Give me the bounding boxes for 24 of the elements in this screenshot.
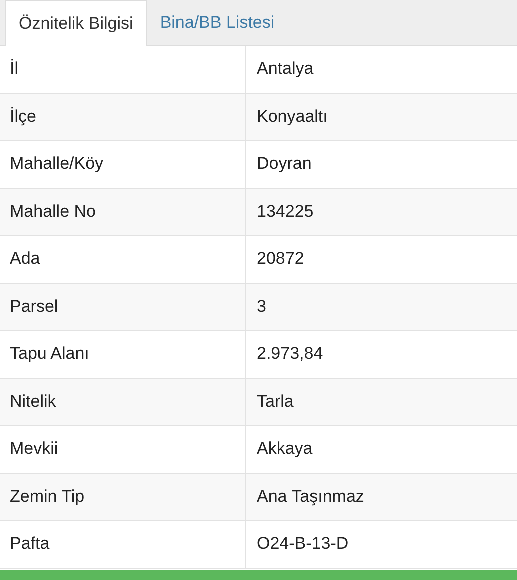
table-cell-text: Nitelik (9, 390, 58, 413)
table-cell-text: Parsel (9, 296, 60, 318)
table-cell: 20872 (245, 236, 517, 282)
table-cell-text: İl (9, 58, 20, 80)
table-cell: 3 (245, 284, 517, 330)
table-cell-text: Mevkii (9, 438, 60, 460)
table-cell-text: Mahalle No (9, 200, 97, 223)
table-cell: 134225 (245, 188, 517, 235)
table-cell: Konyaaltı (245, 94, 517, 140)
table-cell: Doyran (245, 141, 517, 188)
table-cell: Ana Taşınmaz (245, 474, 517, 520)
tab[interactable]: Bina/BB Listesi (147, 0, 288, 46)
table-cell-text: Mahalle/Köy (9, 153, 105, 176)
table-cell-text: İlçe (9, 106, 38, 128)
table-cell-text: Ada (9, 248, 42, 270)
table-cell-text: Tapu Alanı (9, 343, 90, 366)
table-cell: Akkaya (245, 426, 517, 472)
table-cell-text: Zemin Tip (9, 486, 86, 508)
table-cell: 2.973,84 (245, 331, 517, 378)
table-cell-text: Pafta (9, 533, 51, 556)
table-cell: O24-B-13-D (245, 521, 517, 568)
table-cell: Antalya (245, 46, 517, 92)
tab[interactable]: Öznitelik Bilgisi (5, 0, 148, 46)
table-cell: Tarla (245, 378, 517, 425)
